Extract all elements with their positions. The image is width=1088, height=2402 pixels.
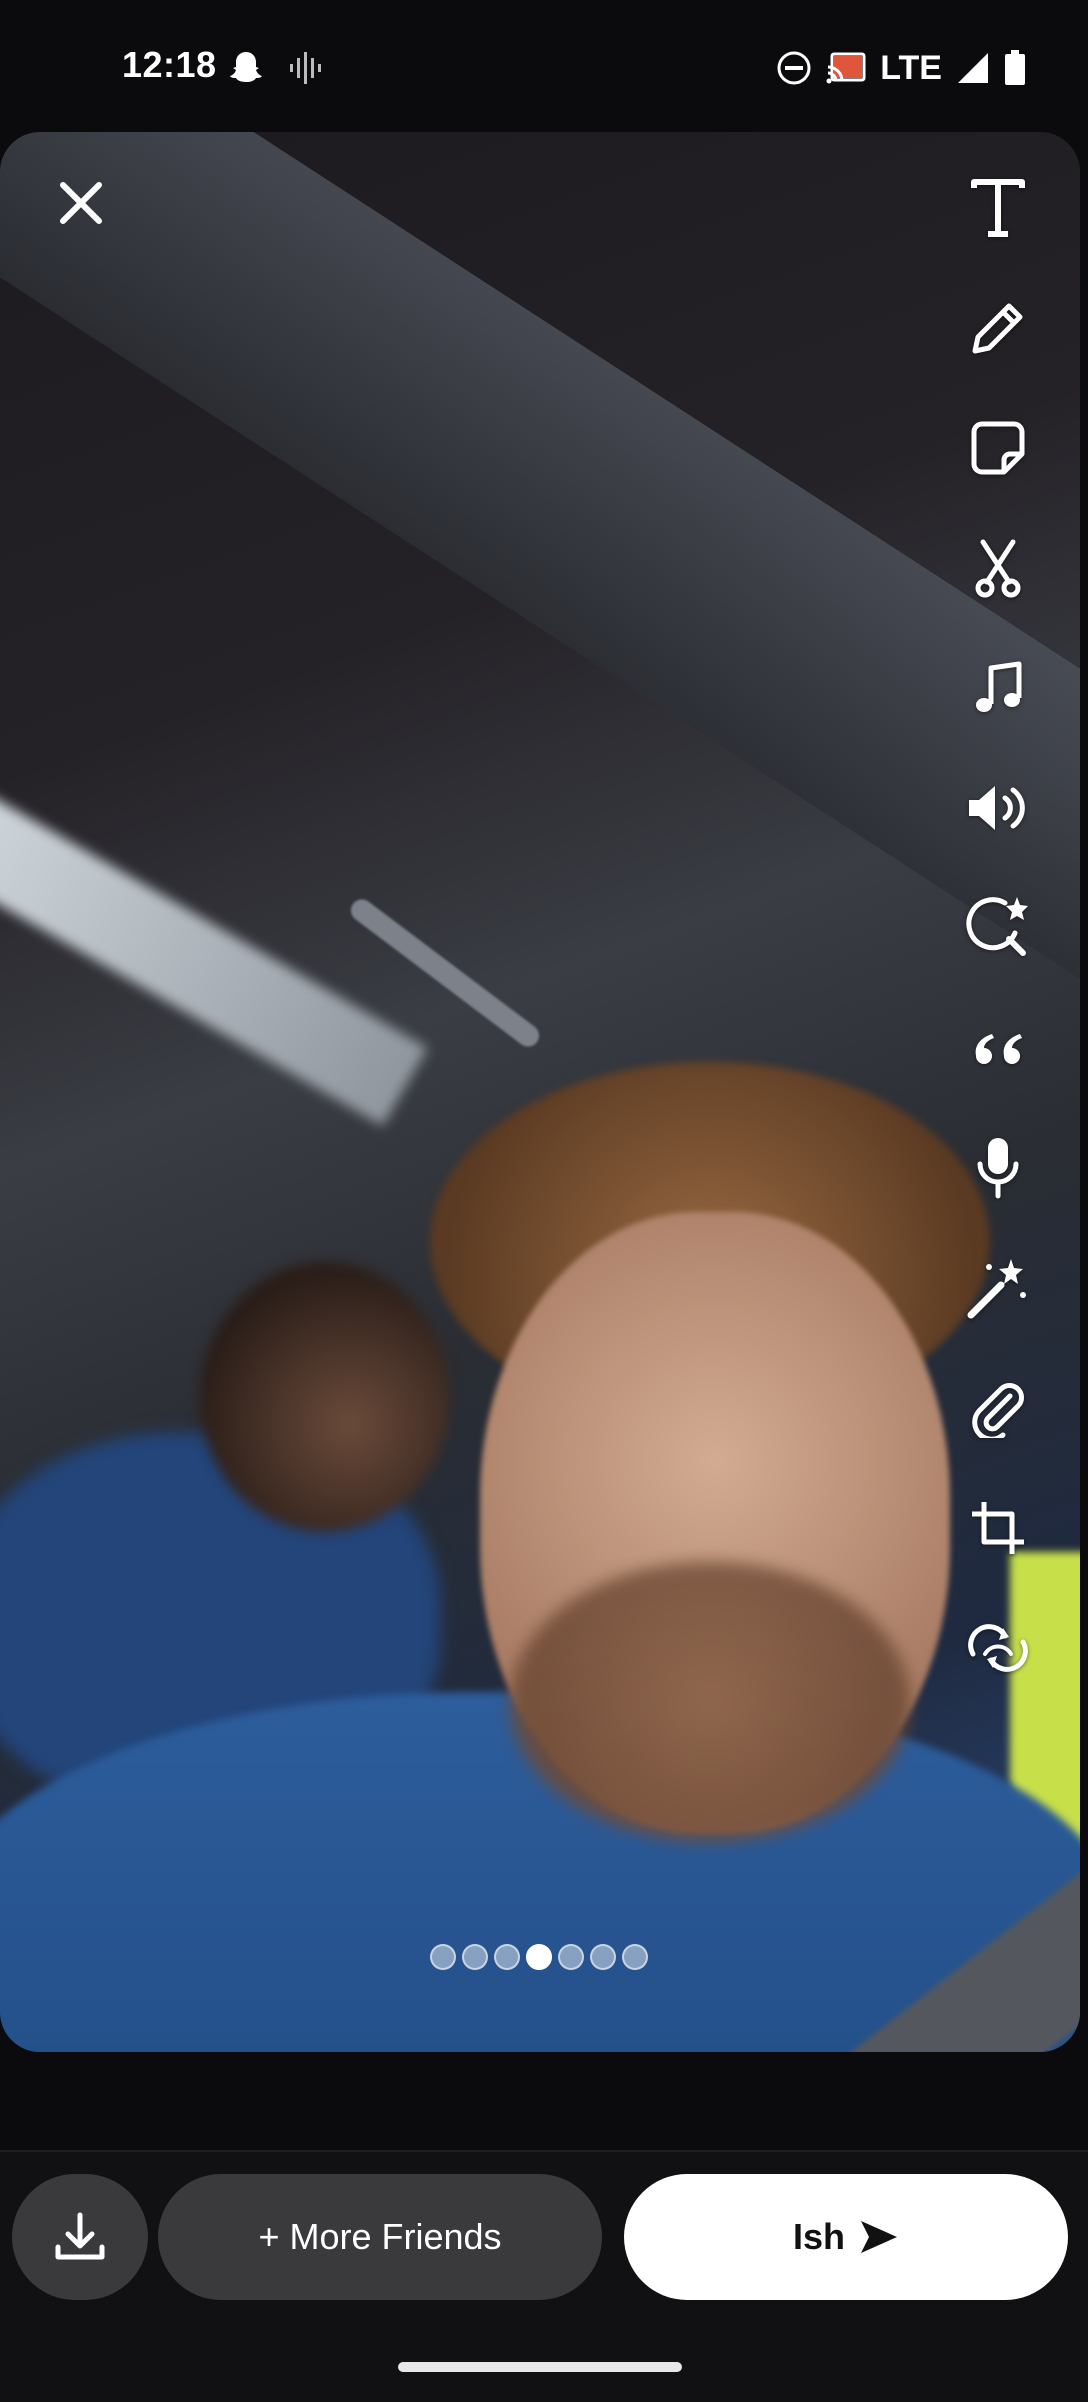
crop-icon <box>972 1502 1024 1554</box>
snapchat-ghost-icon <box>230 52 262 82</box>
page-dot[interactable] <box>558 1944 584 1970</box>
loop-icon <box>968 1624 1028 1672</box>
page-dot[interactable] <box>590 1944 616 1970</box>
status-time: 12:18 <box>122 44 217 85</box>
snap-preview[interactable] <box>0 132 1080 2052</box>
close-icon <box>60 182 102 224</box>
music-tool[interactable] <box>958 648 1038 728</box>
music-note-icon <box>976 661 1022 712</box>
scissors-icon <box>975 539 1021 598</box>
voice-wave-icon <box>290 52 321 84</box>
status-bar: 12:18 LTE <box>0 0 1088 132</box>
paperclip-icon <box>972 1383 1024 1438</box>
battery-icon <box>1005 50 1025 85</box>
page-dot[interactable] <box>494 1944 520 1970</box>
text-icon <box>971 179 1025 237</box>
home-indicator[interactable] <box>398 2362 682 2372</box>
close-button[interactable] <box>46 168 116 238</box>
voice-tool[interactable] <box>958 1128 1038 1208</box>
lens-search-icon <box>966 897 1028 956</box>
text-tool[interactable] <box>958 168 1038 248</box>
more-friends-button[interactable]: + More Friends <box>158 2174 602 2300</box>
do-not-disturb-icon <box>777 51 811 85</box>
page-dot-active[interactable] <box>526 1944 552 1970</box>
microphone-icon <box>977 1138 1019 1199</box>
page-dot[interactable] <box>462 1944 488 1970</box>
scissors-tool[interactable] <box>958 528 1038 608</box>
cast-icon <box>826 52 866 84</box>
magic-tool[interactable] <box>958 1248 1038 1328</box>
page-dot[interactable] <box>430 1944 456 1970</box>
lens-search-tool[interactable] <box>958 888 1038 968</box>
send-to-button[interactable]: Ish <box>624 2174 1068 2300</box>
send-recipient-label: Ish <box>792 2216 845 2257</box>
sticker-tool[interactable] <box>958 408 1038 488</box>
main-person-beard <box>510 1562 910 1842</box>
send-arrow-icon <box>861 2221 897 2253</box>
crop-tool[interactable] <box>958 1488 1038 1568</box>
status-icons: LTE <box>776 46 1026 90</box>
page-indicator <box>430 1944 648 1970</box>
pencil-icon <box>972 303 1023 354</box>
quote-icon <box>975 1034 1022 1064</box>
save-button[interactable] <box>12 2174 148 2300</box>
attach-tool[interactable] <box>958 1368 1038 1448</box>
draw-tool[interactable] <box>958 288 1038 368</box>
page-dot[interactable] <box>622 1944 648 1970</box>
background-person-head <box>200 1262 450 1532</box>
signal-icon <box>958 53 988 83</box>
magic-wand-icon <box>967 1259 1026 1319</box>
network-label: LTE <box>880 48 942 87</box>
car-window-light <box>0 788 428 1126</box>
download-icon <box>55 2212 105 2260</box>
speaker-icon <box>969 786 1025 830</box>
sticker-icon <box>971 421 1025 475</box>
loop-tool[interactable] <box>958 1608 1038 1688</box>
quote-tool[interactable] <box>958 1008 1038 1088</box>
sound-tool[interactable] <box>958 768 1038 848</box>
